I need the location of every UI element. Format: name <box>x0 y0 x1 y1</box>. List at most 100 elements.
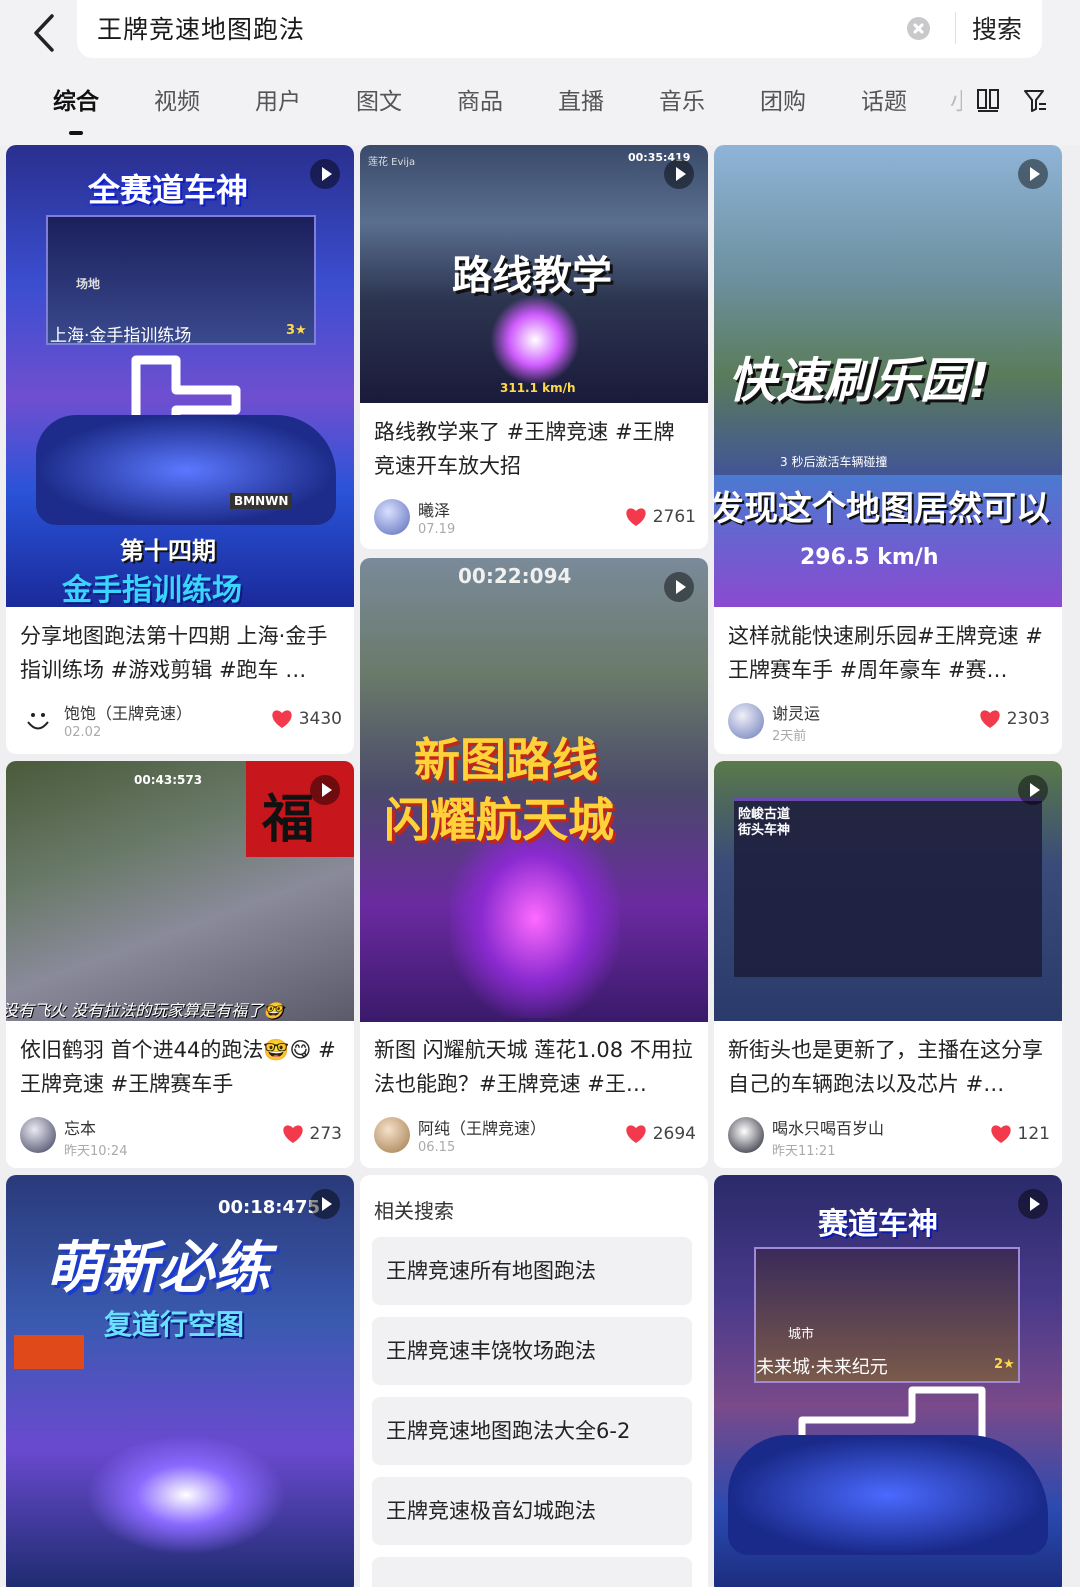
post-date: 2天前 <box>772 729 807 744</box>
video-thumbnail[interactable]: 莲花 Evija 00:35:419 路线教学 311.1 km/h <box>360 145 708 403</box>
avatar[interactable] <box>728 1117 764 1153</box>
layout-icon[interactable] <box>976 88 1000 112</box>
author-name[interactable]: 曦泽 <box>418 497 450 521</box>
card-title[interactable]: 新图 闪耀航天城 莲花1.08 不用拉法也能跑？#王牌竞速 #王… <box>374 1033 694 1101</box>
play-icon <box>310 159 340 189</box>
play-icon <box>1018 159 1048 189</box>
speedometer: 311.1 km/h <box>500 381 576 395</box>
video-thumbnail[interactable]: 险峻古道 街头车神 <box>714 761 1062 1021</box>
play-icon <box>1018 1189 1048 1219</box>
race-timer: 00:43:573 <box>134 773 203 787</box>
card-title[interactable]: 这样就能快速刷乐园#王牌竞速 #王牌赛车手 #周年豪车 #赛… <box>728 619 1048 687</box>
thumbnail-title: 赛道车神 <box>818 1207 938 1242</box>
author-name[interactable]: 饱饱（王牌竞速） <box>64 700 192 724</box>
tab-video[interactable]: 视频 <box>154 82 200 116</box>
heart-icon[interactable] <box>979 709 1001 729</box>
back-arrow-icon[interactable] <box>24 6 68 56</box>
tab-comprehensive[interactable]: 综合 <box>53 82 99 116</box>
related-search-item[interactable]: 王牌竞速所有地图跑法 <box>372 1237 692 1305</box>
avatar[interactable] <box>374 499 410 535</box>
avatar[interactable] <box>728 703 764 739</box>
author-name[interactable]: 喝水只喝百岁山 <box>772 1115 884 1139</box>
heart-icon[interactable] <box>625 1124 647 1144</box>
like-count[interactable]: 3430 <box>271 709 342 729</box>
related-search-item[interactable]: 王牌竞速地图跑法大全6-2 <box>372 1397 692 1465</box>
tab-users[interactable]: 用户 <box>255 82 301 116</box>
play-icon <box>310 1189 340 1219</box>
arrow-sign <box>14 1335 84 1369</box>
avatar[interactable] <box>374 1117 410 1153</box>
like-count-value: 2694 <box>652 1124 696 1144</box>
thumbnail-location: 上海·金手指训练场 <box>50 326 192 346</box>
card-title[interactable]: 分享地图跑法第十四期 上海·金手指训练场 #游戏剪辑 #跑车 … <box>20 619 340 687</box>
result-card[interactable]: 险峻古道 街头车神 新街头也是更新了，主播在这分享自己的车辆跑法以及芯片 #… … <box>714 761 1062 1168</box>
avatar[interactable] <box>20 703 56 739</box>
post-date: 02.02 <box>64 725 102 740</box>
thumbnail-title: 路线教学 <box>452 253 612 299</box>
play-icon <box>664 159 694 189</box>
search-button[interactable]: 搜索 <box>972 10 1022 46</box>
thumbnail-hint: 3 秒后激活车辆碰撞 <box>780 455 888 469</box>
result-card[interactable]: 全赛道车神 场地 上海·金手指训练场 3★ BMNWN 第十四期 金手指训练场 … <box>6 145 354 754</box>
related-search-item[interactable]: 王牌竞速极音幻城跑法 <box>372 1477 692 1545</box>
tab-products[interactable]: 商品 <box>457 82 503 116</box>
thumbnail-caption: 发现这个地图居然可以 <box>714 489 1050 529</box>
result-card[interactable]: 赛道车神 城市 未来城·未来纪元 2★ <box>714 1175 1062 1587</box>
tab-music[interactable]: 音乐 <box>659 82 705 116</box>
card-title[interactable]: 路线教学来了 #王牌竞速 #王牌竞速开车放大招 <box>374 415 694 483</box>
thumbnail-subtitle: 金手指训练场 <box>62 573 242 607</box>
card-title[interactable]: 新街头也是更新了，主播在这分享自己的车辆跑法以及芯片 #… <box>728 1033 1048 1101</box>
speedometer: 296.5 km/h <box>800 545 939 570</box>
like-count[interactable]: 2694 <box>625 1124 696 1144</box>
author-name[interactable]: 阿纯（王牌竞速） <box>418 1115 546 1139</box>
player-label: 莲花 Evija <box>368 157 416 168</box>
tab-topics[interactable]: 话题 <box>861 82 907 116</box>
video-thumbnail[interactable]: 00:18:475 萌新必练 复道行空图 <box>6 1175 354 1587</box>
video-thumbnail[interactable]: 快速刷乐园! 3 秒后激活车辆碰撞 发现这个地图居然可以 296.5 km/h <box>714 145 1062 607</box>
post-date: 06.15 <box>418 1140 456 1155</box>
author-name[interactable]: 忘本 <box>64 1115 96 1139</box>
heart-icon[interactable] <box>990 1124 1012 1144</box>
like-count[interactable]: 273 <box>282 1124 342 1144</box>
post-date: 昨天11:21 <box>772 1144 836 1159</box>
tab-more[interactable]: 小 <box>950 82 962 116</box>
related-search-item[interactable]: 王牌竞速丰饶牧场跑法 <box>372 1317 692 1385</box>
video-thumbnail[interactable]: 赛道车神 城市 未来城·未来纪元 2★ <box>714 1175 1062 1587</box>
thumbnail-title: 快速刷乐园! <box>728 353 990 409</box>
result-card[interactable]: 莲花 Evija 00:35:419 路线教学 311.1 km/h 路线教学来… <box>360 145 708 549</box>
video-thumbnail[interactable]: 00:22:094 新图路线 闪耀航天城 <box>360 558 708 1022</box>
active-tab-indicator <box>69 131 83 135</box>
like-count[interactable]: 2303 <box>979 709 1050 729</box>
tab-image-text[interactable]: 图文 <box>356 82 402 116</box>
tab-group-buy[interactable]: 团购 <box>760 82 806 116</box>
license-plate: BMNWN <box>230 493 293 509</box>
tab-live[interactable]: 直播 <box>558 82 604 116</box>
like-count[interactable]: 121 <box>990 1124 1050 1144</box>
search-bar: 王牌竞速地图跑法 搜索 <box>77 0 1042 58</box>
thumbnail-location: 未来城·未来纪元 <box>756 1357 888 1378</box>
result-card[interactable]: 福 00:43:573 没有飞火 没有拉法的玩家算是有福了🤓 依旧鹤羽 首个进4… <box>6 761 354 1168</box>
related-searches-heading: 相关搜索 <box>374 1199 454 1223</box>
like-count[interactable]: 2761 <box>625 507 696 527</box>
search-input[interactable]: 王牌竞速地图跑法 <box>97 10 305 46</box>
card-title[interactable]: 依旧鹤羽 首个进44的跑法🤓😋 #王牌竞速 #王牌赛车手 <box>20 1033 340 1101</box>
thumbnail-subtitle: 闪耀航天城 <box>384 793 614 847</box>
thumbnail-title: 新图路线 <box>414 733 598 787</box>
video-thumbnail[interactable]: 全赛道车神 场地 上海·金手指训练场 3★ BMNWN 第十四期 金手指训练场 <box>6 145 354 607</box>
like-count-value: 3430 <box>298 709 342 729</box>
thumbnail-caption: 没有飞火 没有拉法的玩家算是有福了🤓 <box>6 1001 284 1020</box>
video-thumbnail[interactable]: 福 00:43:573 没有飞火 没有拉法的玩家算是有福了🤓 <box>6 761 354 1021</box>
heart-icon[interactable] <box>625 507 647 527</box>
thumbnail-location-tag: 城市 <box>788 1327 815 1342</box>
result-card[interactable]: 快速刷乐园! 3 秒后激活车辆碰撞 发现这个地图居然可以 296.5 km/h … <box>714 145 1062 754</box>
related-search-item[interactable] <box>372 1557 692 1587</box>
result-card[interactable]: 00:22:094 新图路线 闪耀航天城 新图 闪耀航天城 莲花1.08 不用拉… <box>360 558 708 1168</box>
filter-icon[interactable] <box>1022 88 1048 114</box>
clear-icon[interactable] <box>907 17 930 40</box>
heart-icon[interactable] <box>271 709 293 729</box>
avatar[interactable] <box>20 1117 56 1153</box>
result-card[interactable]: 00:18:475 萌新必练 复道行空图 <box>6 1175 354 1587</box>
author-name[interactable]: 谢灵运 <box>772 700 820 724</box>
heart-icon[interactable] <box>282 1124 304 1144</box>
like-count-value: 2303 <box>1006 709 1050 729</box>
